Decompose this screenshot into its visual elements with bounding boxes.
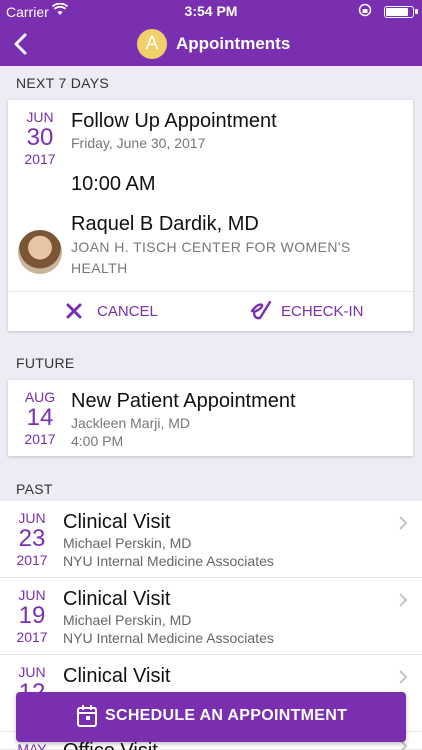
provider-name: Michael Perskin, MD (63, 535, 192, 551)
visit-date: JUN 23 2017 (7, 510, 57, 568)
provider-name: Raquel B Dardik, MD (71, 213, 259, 235)
orientation-lock-icon (358, 3, 372, 17)
appointment-time: 4:00 PM (71, 433, 124, 449)
back-icon[interactable] (8, 30, 36, 58)
visit-location: NYU Internal Medicine Associates (63, 630, 274, 646)
date-year: 2017 (24, 431, 56, 447)
date-day: 14 (26, 404, 54, 431)
date-month: JUN (26, 109, 54, 125)
visit-type: Clinical Visit (63, 588, 171, 610)
date-year: 2017 (16, 552, 48, 568)
section-next-7-days: NEXT 7 DAYS (16, 75, 110, 91)
schedule-appointment-button[interactable]: SCHEDULE AN APPOINTMENT (16, 692, 406, 742)
cancel-label: CANCEL (97, 303, 158, 320)
echeck-in-icon (250, 300, 272, 320)
provider-photo (18, 230, 62, 274)
page-title: Appointments (176, 34, 291, 53)
provider-location: JOAN H. TISCH CENTER FOR WOMEN'S HEALTH (71, 239, 351, 276)
visit-date: JUN 19 2017 (7, 587, 57, 645)
visit-type: Clinical Visit (63, 511, 171, 533)
calendar-icon (77, 705, 97, 727)
appointment-type: New Patient Appointment (71, 390, 296, 412)
past-visit-row[interactable]: JUN 19 2017 Clinical Visit Michael Persk… (0, 578, 422, 655)
date-month: JUN (18, 664, 46, 680)
battery-icon (384, 6, 418, 18)
next-appointment-card[interactable]: JUN 30 2017 Follow Up Appointment Friday… (8, 100, 413, 331)
date-month: AUG (24, 389, 56, 405)
user-avatar[interactable]: A (137, 29, 167, 59)
appointment-date-long: Friday, June 30, 2017 (71, 135, 206, 151)
echeck-in-label: ECHECK-IN (281, 303, 364, 320)
appointment-type: Follow Up Appointment (71, 110, 277, 132)
date-month: MAY (17, 741, 47, 750)
visit-location: NYU Internal Medicine Associates (63, 553, 274, 569)
chevron-right-icon (399, 593, 408, 607)
chevron-right-icon (399, 670, 408, 684)
schedule-appointment-label: SCHEDULE AN APPOINTMENT (105, 707, 348, 724)
appointment-date: JUN 30 2017 (15, 109, 65, 167)
appointment-actions: CANCEL ECHECK-IN (8, 291, 413, 331)
chevron-right-icon (399, 516, 408, 530)
date-month: JUN (18, 510, 46, 526)
provider-name: Jackleen Marji, MD (71, 415, 191, 431)
appointment-time: 10:00 AM (71, 173, 156, 195)
app-header: Carrier 3:54 PM A Appointments (0, 0, 422, 66)
date-day: 19 (18, 602, 46, 629)
section-future: FUTURE (16, 355, 75, 371)
date-day: 23 (18, 525, 46, 552)
section-past: PAST (16, 481, 53, 497)
status-bar: Carrier 3:54 PM (0, 0, 422, 22)
visit-date: MAY (7, 741, 57, 750)
visit-type: Clinical Visit (63, 665, 171, 687)
date-year: 2017 (16, 629, 48, 645)
provider-name: Michael Perskin, MD (63, 612, 192, 628)
date-month: JUN (18, 587, 46, 603)
future-appointment-card[interactable]: AUG 14 2017 New Patient Appointment Jack… (8, 380, 413, 456)
date-year: 2017 (24, 151, 56, 167)
past-visit-row[interactable]: JUN 23 2017 Clinical Visit Michael Persk… (0, 501, 422, 578)
close-icon (66, 303, 82, 319)
date-day: 30 (26, 124, 54, 151)
appointment-date: AUG 14 2017 (15, 389, 65, 447)
